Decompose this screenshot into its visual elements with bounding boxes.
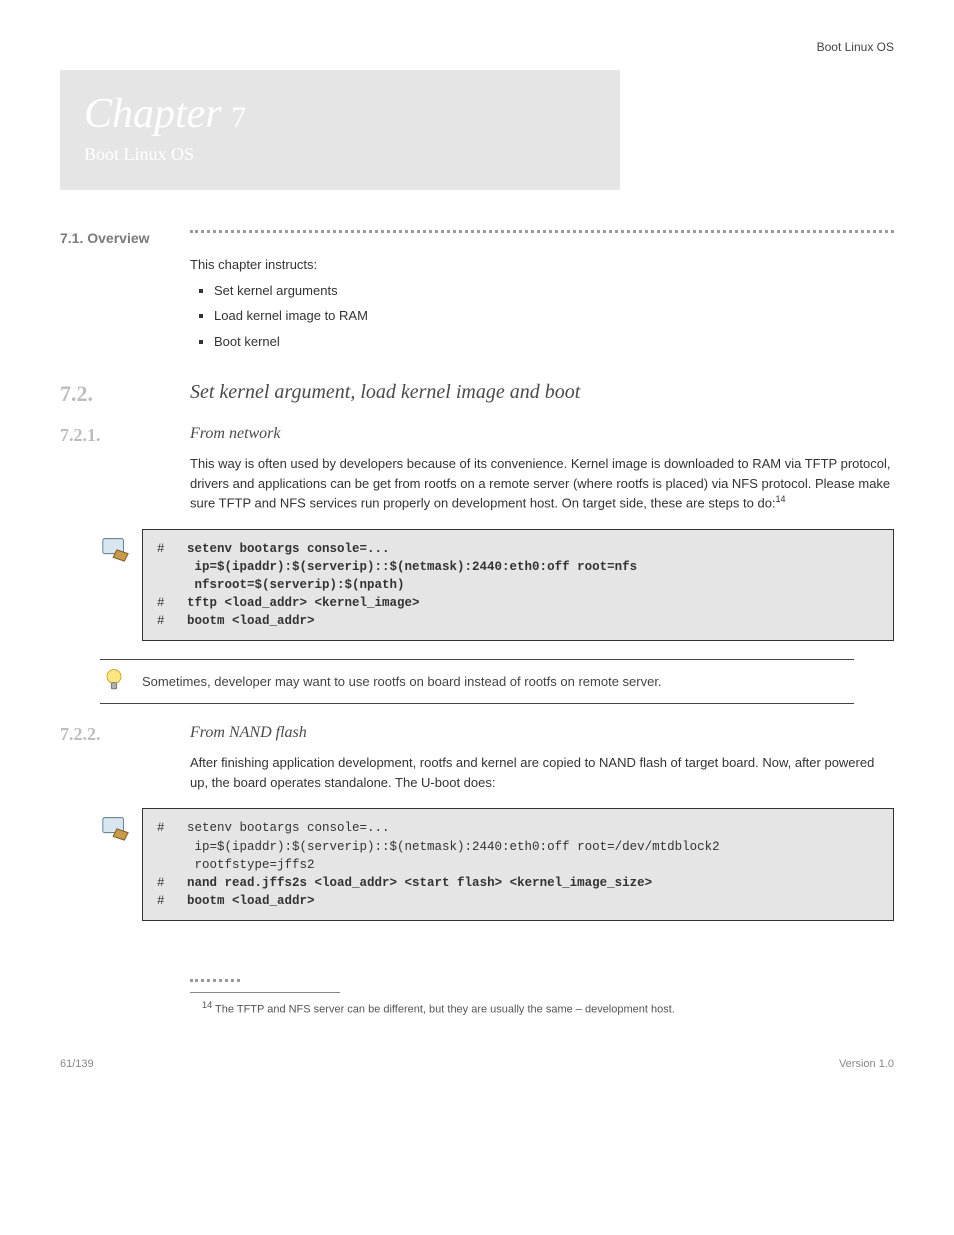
section-7-2: 7.2. Set kernel argument, load kernel im… <box>60 381 894 407</box>
code-block-nand: # setenv bootargs console=... ip=$(ipadd… <box>100 808 894 921</box>
overview-intro: This chapter instructs: <box>190 255 894 275</box>
terminal-icon <box>100 812 136 845</box>
running-header: Boot Linux OS <box>817 40 894 54</box>
footnote-text: 14 The TFTP and NFS server can be differ… <box>190 999 894 1018</box>
page-root: Boot Linux OS Chapter 7 Boot Linux OS 7.… <box>0 0 954 1110</box>
list-item: Set kernel arguments <box>214 281 894 301</box>
tip-block: Sometimes, developer may want to use roo… <box>100 659 854 704</box>
footnote-block: 14 The TFTP and NFS server can be differ… <box>60 939 894 1018</box>
list-item: Load kernel image to RAM <box>214 306 894 326</box>
chapter-number: 7 <box>231 101 246 134</box>
page-footer: 61/139 Version 1.0 <box>60 1058 894 1070</box>
footer-version: Version 1.0 <box>839 1058 894 1070</box>
footer-page: 61/139 <box>60 1058 94 1070</box>
section-7-2-1-body: This way is often used by developers bec… <box>60 454 894 513</box>
code-block-network: # setenv bootargs console=... ip=$(ipadd… <box>100 529 894 642</box>
overview-list: Set kernel arguments Load kernel image t… <box>200 281 894 352</box>
paragraph: After finishing application development,… <box>190 753 894 792</box>
chapter-label: Chapter <box>84 91 222 137</box>
subsection-number: 7.2.1. <box>60 425 190 446</box>
lightbulb-icon <box>100 666 136 697</box>
section-7-2-2: 7.2.2. From NAND flash <box>60 724 894 745</box>
dotted-separator-short <box>190 979 240 982</box>
code-content: # setenv bootargs console=... ip=$(ipadd… <box>142 808 894 921</box>
section-7-1: 7.1. Overview This chapter instructs: Se… <box>60 230 894 357</box>
tip-text: Sometimes, developer may want to use roo… <box>136 674 854 689</box>
code-content: # setenv bootargs console=... ip=$(ipadd… <box>142 529 894 642</box>
list-item: Boot kernel <box>214 332 894 352</box>
section-title: Set kernel argument, load kernel image a… <box>190 381 580 404</box>
chapter-subtitle: Boot Linux OS <box>84 144 596 165</box>
subsection-title: From network <box>190 425 281 443</box>
section-label: 7.1. Overview <box>60 230 190 246</box>
paragraph: This way is often used by developers bec… <box>190 454 894 513</box>
terminal-icon <box>100 533 136 566</box>
section-number: 7.2. <box>60 381 190 407</box>
chapter-title-box: Chapter 7 Boot Linux OS <box>60 70 620 190</box>
section-7-2-1: 7.2.1. From network <box>60 425 894 446</box>
subsection-number: 7.2.2. <box>60 724 190 745</box>
footnote-rule <box>190 992 340 993</box>
dotted-separator <box>190 230 894 233</box>
section-7-2-2-body: After finishing application development,… <box>60 753 894 792</box>
subsection-title: From NAND flash <box>190 724 307 742</box>
